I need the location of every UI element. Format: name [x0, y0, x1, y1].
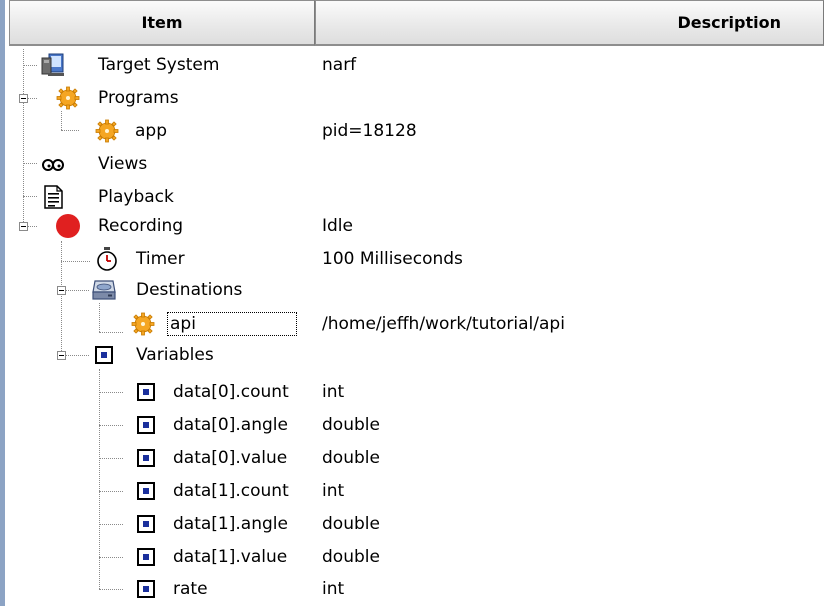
variable-icon	[91, 342, 117, 368]
tree-row-app[interactable]: app pid=18128	[9, 115, 824, 147]
column-header-description[interactable]: Description	[315, 0, 824, 46]
tree-row-label: data[1].value	[173, 547, 288, 567]
tree-row-playback[interactable]: Playback	[9, 181, 824, 213]
tree-row-label: data[1].angle	[173, 514, 288, 534]
tree-row-label: rate	[173, 579, 208, 599]
drive-icon	[91, 277, 117, 303]
tree-row-description: pid=18128	[322, 121, 417, 141]
tree-row-label: data[0].angle	[173, 415, 288, 435]
gear-icon	[130, 311, 156, 337]
tree-row-label-focused: api	[167, 312, 297, 336]
tree-row-description: 100 Milliseconds	[322, 249, 463, 269]
tree-row-variable[interactable]: data[0].count int	[9, 376, 824, 408]
tree-row-label: Target System	[98, 55, 220, 75]
gear-icon	[55, 85, 81, 111]
tree-row-variable[interactable]: data[1].count int	[9, 475, 824, 507]
tree-row-description: double	[322, 547, 380, 567]
variable-icon	[133, 412, 159, 438]
tree-row-variables[interactable]: Variables	[9, 339, 824, 371]
variable-icon	[133, 576, 159, 602]
stopwatch-icon	[94, 246, 120, 272]
tree-row-target-system[interactable]: Target System narf	[9, 49, 824, 81]
tree-row-description: narf	[322, 55, 357, 75]
tree-row-label: app	[135, 121, 167, 141]
variable-icon	[133, 379, 159, 405]
document-icon	[40, 184, 66, 210]
tree-row-api[interactable]: api /home/jeffh/work/tutorial/api	[9, 308, 824, 340]
tree-row-label: Programs	[98, 88, 179, 108]
tree-row-description: Idle	[322, 216, 353, 236]
tree-row-label: Views	[98, 154, 148, 174]
column-header-item[interactable]: Item	[9, 0, 315, 46]
tree-row-label: Playback	[98, 187, 174, 207]
tree-row-variable[interactable]: data[1].angle double	[9, 508, 824, 540]
tree-row-label: Timer	[136, 249, 185, 269]
tree-row-variable[interactable]: rate int	[9, 573, 824, 605]
tree-row-label: Recording	[98, 216, 184, 236]
tree-row-variable[interactable]: data[0].angle double	[9, 409, 824, 441]
tree-row-variable[interactable]: data[0].value double	[9, 442, 824, 474]
tree-row-destinations[interactable]: Destinations	[9, 274, 824, 306]
gear-icon	[94, 118, 120, 144]
tree-row-description: int	[322, 382, 345, 402]
tree-row-views[interactable]: Views	[9, 148, 824, 180]
window-edge	[0, 0, 5, 606]
variable-icon	[133, 478, 159, 504]
tree-row-label: Variables	[136, 345, 214, 365]
tree-row-label: data[0].value	[173, 448, 288, 468]
tree-row-description: double	[322, 514, 380, 534]
tree-table-window: Item Description Target System narf Prog…	[0, 0, 824, 606]
tree-row-label: data[0].count	[173, 382, 289, 402]
tree-row-description: int	[322, 579, 345, 599]
record-dot-icon	[55, 213, 81, 239]
glasses-icon	[40, 151, 66, 177]
tree-row-variable[interactable]: data[1].value double	[9, 541, 824, 573]
computer-icon	[40, 52, 66, 78]
tree-view: Target System narf Programs app pid=1812…	[9, 49, 824, 606]
tree-row-label: Destinations	[136, 280, 243, 300]
table-header: Item Description	[9, 0, 824, 49]
tree-row-timer[interactable]: Timer 100 Milliseconds	[9, 243, 824, 275]
variable-icon	[133, 511, 159, 537]
tree-row-description: double	[322, 448, 380, 468]
tree-row-description: int	[322, 481, 345, 501]
tree-row-programs[interactable]: Programs	[9, 82, 824, 114]
tree-row-description: double	[322, 415, 380, 435]
variable-icon	[133, 445, 159, 471]
tree-row-description: /home/jeffh/work/tutorial/api	[322, 314, 565, 334]
tree-row-recording[interactable]: Recording Idle	[9, 210, 824, 242]
tree-row-label: data[1].count	[173, 481, 289, 501]
variable-icon	[133, 544, 159, 570]
